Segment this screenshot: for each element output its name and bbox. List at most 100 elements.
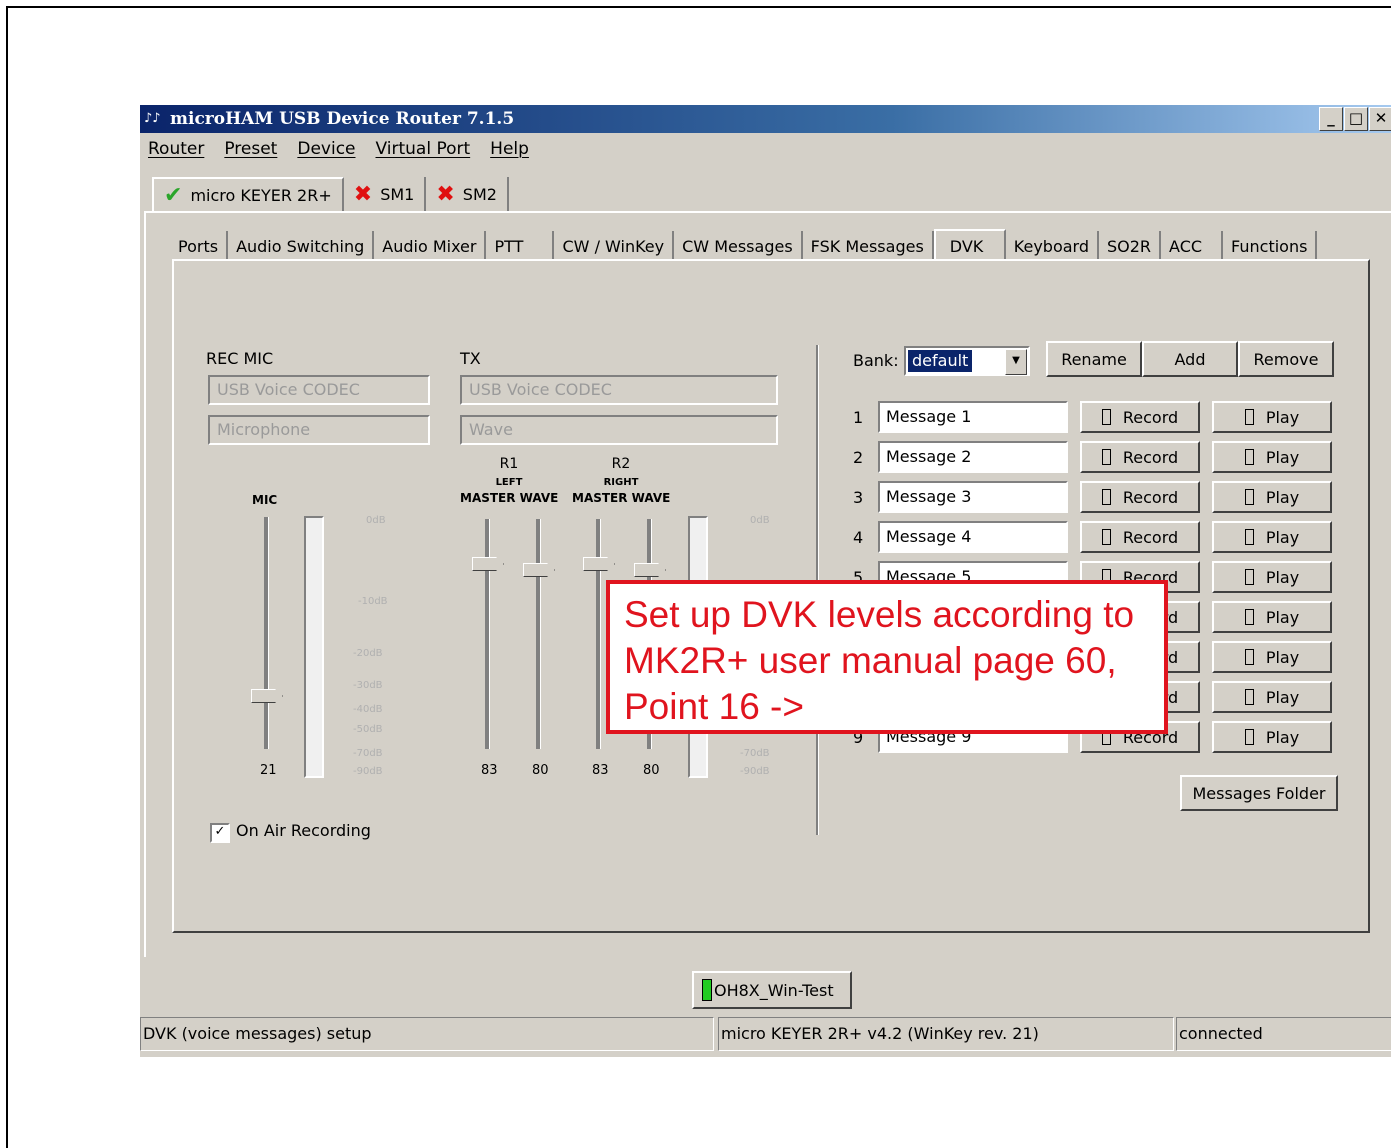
- r2-wave-value: 80: [643, 763, 660, 778]
- tab-sm2[interactable]: ✖ SM2: [426, 177, 509, 211]
- play-button[interactable]: Play: [1212, 641, 1332, 673]
- status-bar: DVK (voice messages) setup micro KEYER 2…: [140, 1017, 1391, 1053]
- tab-functions[interactable]: Functions: [1223, 231, 1318, 261]
- r2-master-value: 83: [592, 763, 609, 778]
- mic-slider-label: MIC: [252, 493, 278, 507]
- on-air-recording-checkbox[interactable]: ✓: [210, 823, 230, 843]
- preset-button[interactable]: OH8X_Win-Test: [692, 971, 852, 1009]
- tab-audio-switching[interactable]: Audio Switching: [228, 231, 375, 261]
- rec-mic-source: Microphone: [208, 415, 430, 445]
- tab-sm1[interactable]: ✖ SM1: [344, 177, 427, 211]
- record-button[interactable]: Record: [1080, 481, 1200, 513]
- play-button[interactable]: Play: [1212, 681, 1332, 713]
- message-name-field[interactable]: Message 4: [878, 521, 1068, 553]
- r1-title: R1: [499, 456, 519, 472]
- record-label: Record: [1122, 447, 1179, 467]
- play-button[interactable]: Play: [1212, 481, 1332, 513]
- play-button[interactable]: Play: [1212, 721, 1332, 753]
- message-name-field[interactable]: Message 1: [878, 401, 1068, 433]
- tab-label: SM2: [462, 184, 497, 204]
- record-label: Record: [1122, 407, 1179, 427]
- menu-virtual-port[interactable]: Virtual Port: [376, 139, 471, 159]
- message-name-field[interactable]: Message 3: [878, 481, 1068, 513]
- on-air-recording-label: On Air Recording: [236, 821, 371, 840]
- tab-micro-keyer[interactable]: ✔ micro KEYER 2R+: [152, 177, 344, 211]
- stop-square-icon: [1101, 489, 1111, 505]
- play-button[interactable]: Play: [1212, 401, 1332, 433]
- menu-help[interactable]: Help: [490, 139, 529, 159]
- add-button[interactable]: Add: [1142, 341, 1238, 377]
- play-label: Play: [1265, 527, 1300, 547]
- remove-button[interactable]: Remove: [1238, 341, 1334, 377]
- stop-square-icon: [1244, 449, 1254, 465]
- message-number: 4: [853, 528, 864, 547]
- status-text: DVK (voice messages) setup: [140, 1017, 714, 1051]
- bank-selected-value: default: [906, 349, 974, 373]
- message-name-field[interactable]: Message 2: [878, 441, 1068, 473]
- play-button[interactable]: Play: [1212, 561, 1332, 593]
- device-tabs: ✔ micro KEYER 2R+ ✖ SM1 ✖ SM2: [152, 177, 509, 211]
- tab-label: SM1: [380, 184, 415, 204]
- play-button[interactable]: Play: [1212, 601, 1332, 633]
- menu-bar: Router Preset Device Virtual Port Help: [148, 139, 529, 159]
- r1-master-value: 83: [481, 763, 498, 778]
- message-number: 1: [853, 408, 864, 427]
- r1-wave-slider-track: [536, 519, 541, 749]
- status-device: micro KEYER 2R+ v4.2 (WinKey rev. 21): [718, 1017, 1174, 1051]
- tab-cw-winkey[interactable]: CW / WinKey: [554, 231, 675, 261]
- menu-device[interactable]: Device: [297, 139, 355, 159]
- stop-square-icon: [1244, 529, 1254, 545]
- menu-preset[interactable]: Preset: [224, 139, 277, 159]
- maximize-icon[interactable]: □: [1344, 107, 1368, 131]
- rename-button[interactable]: Rename: [1046, 341, 1142, 377]
- tab-acc[interactable]: ACC: [1161, 231, 1224, 261]
- minimize-icon[interactable]: _: [1319, 107, 1343, 131]
- play-button[interactable]: Play: [1212, 521, 1332, 553]
- tab-so2r[interactable]: SO2R: [1099, 231, 1162, 261]
- db-label: -30dB: [353, 680, 383, 691]
- tab-dvk[interactable]: DVK: [933, 229, 1006, 261]
- mic-slider-value: 21: [260, 763, 277, 778]
- app-icon: ♪♪: [144, 111, 161, 126]
- play-label: Play: [1265, 727, 1300, 747]
- tx-device: USB Voice CODEC: [460, 375, 778, 405]
- tab-cw-messages[interactable]: CW Messages: [674, 231, 803, 261]
- r1-sub: LEFT: [495, 477, 523, 488]
- message-number: 3: [853, 488, 864, 507]
- stop-square-icon: [1244, 729, 1254, 745]
- menu-router[interactable]: Router: [148, 139, 204, 159]
- mic-level-meter: [304, 516, 324, 778]
- tx-source: Wave: [460, 415, 778, 445]
- check-icon: ✔: [164, 182, 183, 208]
- r1-sub2: MASTER WAVE: [460, 491, 559, 505]
- db-label: -20dB: [353, 648, 383, 659]
- stop-square-icon: [1244, 609, 1254, 625]
- play-label: Play: [1265, 487, 1300, 507]
- stop-square-icon: [1244, 569, 1254, 585]
- message-number: 2: [853, 448, 864, 467]
- db-label: 0dB: [750, 515, 770, 526]
- tab-keyboard[interactable]: Keyboard: [1006, 231, 1099, 261]
- record-button[interactable]: Record: [1080, 441, 1200, 473]
- led-icon: [702, 979, 712, 1001]
- db-label: -40dB: [353, 704, 383, 715]
- tab-audio-mixer[interactable]: Audio Mixer: [374, 231, 487, 261]
- tab-label: micro KEYER 2R+: [190, 185, 332, 205]
- title-bar[interactable]: ♪♪ microHAM USB Device Router 7.1.5 _ □ …: [140, 105, 1391, 133]
- tab-ptt[interactable]: PTT: [486, 231, 555, 261]
- tab-ports[interactable]: Ports: [170, 231, 229, 261]
- play-label: Play: [1265, 407, 1300, 427]
- stop-square-icon: [1244, 409, 1254, 425]
- annotation-callout: Set up DVK levels according to MK2R+ use…: [606, 580, 1168, 734]
- record-button[interactable]: Record: [1080, 401, 1200, 433]
- close-icon[interactable]: ✕: [1369, 107, 1391, 131]
- tab-fsk-messages[interactable]: FSK Messages: [803, 231, 934, 261]
- play-label: Play: [1265, 567, 1300, 587]
- record-button[interactable]: Record: [1080, 521, 1200, 553]
- bank-select[interactable]: default ▼: [904, 346, 1030, 376]
- messages-folder-button[interactable]: Messages Folder: [1180, 775, 1338, 811]
- db-label: -90dB: [740, 766, 770, 777]
- chevron-down-icon[interactable]: ▼: [1005, 349, 1027, 375]
- window-title: microHAM USB Device Router 7.1.5: [170, 109, 515, 129]
- play-button[interactable]: Play: [1212, 441, 1332, 473]
